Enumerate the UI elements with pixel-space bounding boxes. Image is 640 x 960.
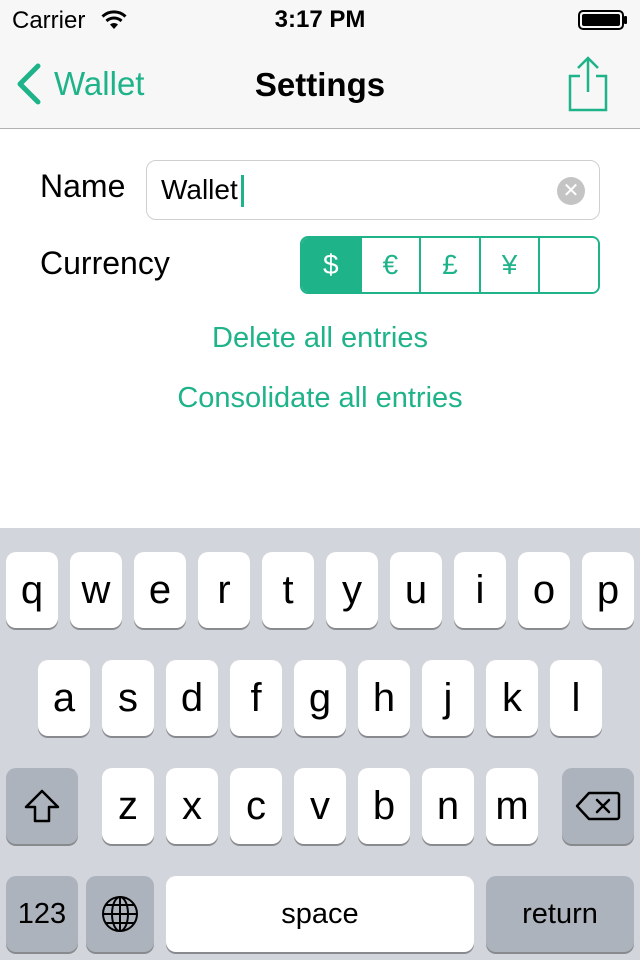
key-label: e bbox=[148, 568, 172, 612]
key-label: l bbox=[571, 676, 581, 720]
shift-icon bbox=[24, 789, 60, 823]
key-v[interactable]: v bbox=[294, 768, 346, 844]
return-key[interactable]: return bbox=[486, 876, 634, 952]
key-t[interactable]: t bbox=[262, 552, 314, 628]
status-bar: Carrier 3:17 PM bbox=[0, 0, 640, 40]
key-i[interactable]: i bbox=[454, 552, 506, 628]
clear-text-icon[interactable]: ✕ bbox=[557, 177, 585, 205]
key-f[interactable]: f bbox=[230, 660, 282, 736]
page-title: Settings bbox=[254, 66, 386, 103]
key-label: m bbox=[495, 784, 529, 828]
currency-option-empty[interactable] bbox=[540, 238, 598, 292]
globe-icon bbox=[102, 896, 138, 932]
key-k[interactable]: k bbox=[486, 660, 538, 736]
key-label: u bbox=[404, 568, 428, 612]
currency-option-yen[interactable]: ¥ bbox=[480, 238, 541, 292]
key-c[interactable]: c bbox=[230, 768, 282, 844]
key-label: t bbox=[282, 568, 294, 612]
key-label: 123 bbox=[17, 897, 67, 930]
shift-key[interactable] bbox=[6, 768, 78, 844]
key-label: o bbox=[532, 568, 556, 612]
key-x[interactable]: x bbox=[166, 768, 218, 844]
keyboard: q w e r t y u i o p a s d f g h j k l z … bbox=[0, 528, 640, 960]
key-label: g bbox=[308, 676, 332, 720]
key-label: k bbox=[502, 676, 522, 720]
numbers-key[interactable]: 123 bbox=[6, 876, 78, 952]
currency-option-pound[interactable]: £ bbox=[421, 238, 481, 292]
navigation-bar: Wallet Settings bbox=[0, 40, 640, 129]
key-r[interactable]: r bbox=[198, 552, 250, 628]
name-input[interactable] bbox=[161, 161, 551, 219]
space-key[interactable]: space bbox=[166, 876, 474, 952]
key-label: return bbox=[522, 897, 598, 930]
key-e[interactable]: e bbox=[134, 552, 186, 628]
key-l[interactable]: l bbox=[550, 660, 602, 736]
key-label: z bbox=[118, 784, 138, 828]
key-label: space bbox=[281, 897, 359, 930]
currency-option-dollar[interactable]: $ bbox=[302, 238, 362, 292]
key-label: v bbox=[310, 784, 330, 828]
key-label: d bbox=[180, 676, 204, 720]
key-label: n bbox=[436, 784, 460, 828]
key-label: q bbox=[20, 568, 44, 612]
currency-option-euro[interactable]: € bbox=[361, 238, 422, 292]
key-label: h bbox=[372, 676, 396, 720]
key-m[interactable]: m bbox=[486, 768, 538, 844]
consolidate-all-entries-button[interactable]: Consolidate all entries bbox=[0, 382, 640, 415]
delete-icon bbox=[575, 791, 621, 821]
text-cursor bbox=[241, 175, 244, 207]
key-o[interactable]: o bbox=[518, 552, 570, 628]
key-label: j bbox=[443, 676, 453, 720]
key-label: a bbox=[52, 676, 76, 720]
key-h[interactable]: h bbox=[358, 660, 410, 736]
key-u[interactable]: u bbox=[390, 552, 442, 628]
name-label: Name bbox=[40, 168, 126, 204]
name-field[interactable]: ✕ bbox=[146, 160, 600, 220]
currency-segmented-control: $ € £ ¥ bbox=[300, 236, 600, 294]
key-s[interactable]: s bbox=[102, 660, 154, 736]
key-label: w bbox=[81, 568, 111, 612]
key-w[interactable]: w bbox=[70, 552, 122, 628]
share-icon[interactable] bbox=[566, 56, 610, 112]
key-label: p bbox=[596, 568, 620, 612]
currency-label: Currency bbox=[40, 245, 170, 281]
key-z[interactable]: z bbox=[102, 768, 154, 844]
key-label: y bbox=[342, 568, 362, 612]
key-d[interactable]: d bbox=[166, 660, 218, 736]
key-n[interactable]: n bbox=[422, 768, 474, 844]
key-label: f bbox=[250, 676, 262, 720]
battery-icon bbox=[578, 10, 627, 30]
key-g[interactable]: g bbox=[294, 660, 346, 736]
key-label: s bbox=[118, 676, 138, 720]
key-b[interactable]: b bbox=[358, 768, 410, 844]
key-label: c bbox=[246, 784, 266, 828]
key-label: i bbox=[475, 568, 485, 612]
key-label: b bbox=[372, 784, 396, 828]
delete-all-entries-button[interactable]: Delete all entries bbox=[0, 322, 640, 355]
status-time: 3:17 PM bbox=[274, 6, 366, 33]
key-q[interactable]: q bbox=[6, 552, 58, 628]
key-y[interactable]: y bbox=[326, 552, 378, 628]
key-p[interactable]: p bbox=[582, 552, 634, 628]
key-a[interactable]: a bbox=[38, 660, 90, 736]
key-label: x bbox=[182, 784, 202, 828]
key-j[interactable]: j bbox=[422, 660, 474, 736]
key-label: r bbox=[217, 568, 231, 612]
delete-key[interactable] bbox=[562, 768, 634, 844]
globe-key[interactable] bbox=[86, 876, 154, 952]
